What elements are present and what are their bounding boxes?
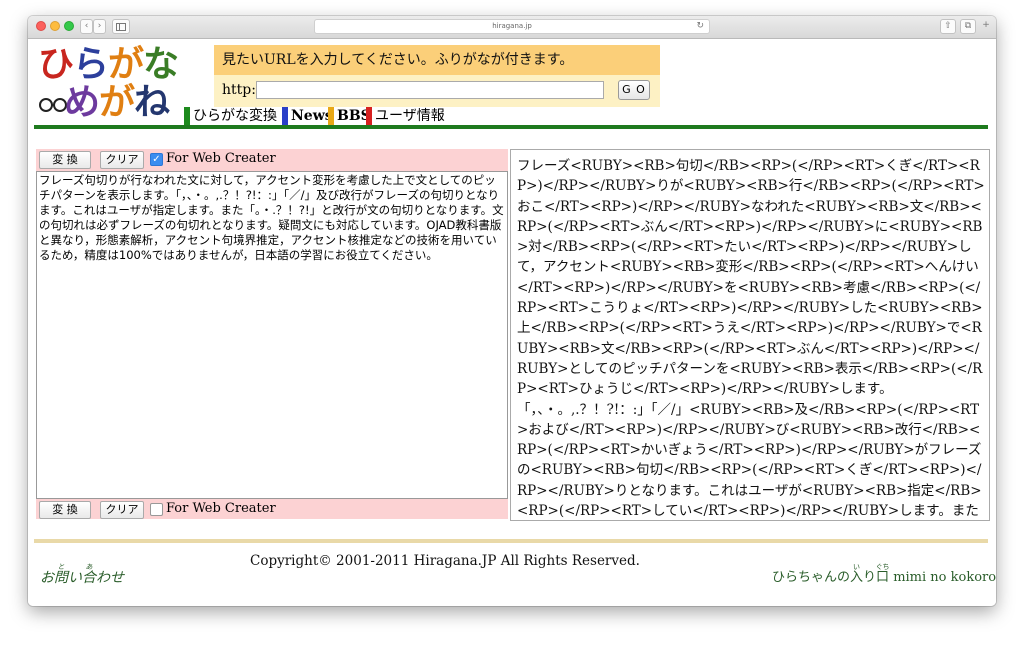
nav-tab-bbs[interactable]: BBS — [328, 107, 371, 125]
close-window-button[interactable] — [36, 21, 46, 31]
entrance-kanji: 入 — [850, 570, 864, 585]
contact-ruby: 問と — [54, 563, 68, 586]
logo-char: ね — [134, 82, 170, 123]
page-content: ひらがな めがね 見たいURLを入力してください。ふりがなが付きます。 http… — [28, 39, 996, 606]
contact-furigana: あ — [82, 563, 96, 571]
reload-icon[interactable]: ↻ — [696, 20, 704, 33]
convert-button[interactable]: 変 換 — [39, 501, 91, 519]
clear-button[interactable]: クリア — [100, 151, 144, 169]
entrance-text: り — [863, 570, 877, 585]
entrance-ruby: 入い — [850, 563, 864, 585]
entrance-kanji: 口 — [875, 570, 890, 585]
logo-char: ら — [73, 44, 109, 85]
entrance-ruby: 口ぐち — [875, 563, 890, 585]
nav-tab-hiragana[interactable]: ひらがな変換 — [184, 107, 282, 125]
go-button[interactable]: G O — [618, 80, 650, 100]
logo-char: が — [99, 82, 135, 123]
site-logo[interactable]: ひらがな めがね — [38, 46, 184, 126]
share-icon[interactable]: ⇧ — [940, 19, 956, 34]
browser-titlebar: ‹ › hiragana.jp ↻ ⇧ ⧉ + — [28, 16, 996, 39]
back-icon[interactable]: ‹ — [80, 19, 93, 34]
hirachan-entrance-link[interactable]: ひらちゃんの入いり口ぐち mimi no kokoro — [772, 563, 996, 585]
input-toolbar-bottom: 変 換 クリア For Web Creater — [36, 499, 508, 519]
web-creator-checkbox[interactable]: ✓ — [150, 153, 163, 166]
logo-line-1: ひらがな — [38, 44, 179, 85]
nav-tab-user-info[interactable]: ユーザ情報 — [366, 107, 448, 125]
entrance-furigana: ぐち — [875, 563, 890, 571]
address-bar[interactable]: hiragana.jp ↻ — [314, 19, 710, 34]
footer-divider — [34, 539, 988, 543]
contact-kanji: 合 — [82, 570, 96, 586]
ruby-output-text: フレーズ<RUBY><RB>句切</RB><RP>(</RP><RT>くぎ</R… — [517, 158, 985, 520]
logo-char: め — [64, 82, 100, 123]
sidebar-glyph — [116, 23, 126, 31]
tab-color-bar — [282, 107, 288, 125]
browser-window: ‹ › hiragana.jp ↻ ⇧ ⧉ + ひらがな めがね 見たいURLを… — [28, 16, 996, 606]
contact-link[interactable]: お問とい合あわせ — [40, 563, 124, 587]
address-text: hiragana.jp — [492, 22, 532, 30]
input-panel: 変 換 クリア ✓ For Web Creater フレーズ句切りが行なわれた文… — [36, 149, 508, 519]
minimize-window-button[interactable] — [50, 21, 60, 31]
entrance-text: ひらちゃんの — [772, 570, 851, 585]
entrance-text: mimi no kokoro — [889, 570, 996, 585]
web-creator-label: For Web Creater — [166, 501, 276, 516]
zoom-window-button[interactable] — [64, 21, 74, 31]
url-form: http:// G O — [214, 75, 660, 107]
url-input[interactable] — [256, 81, 604, 99]
tab-color-bar — [366, 107, 372, 125]
web-creator-checkbox[interactable] — [150, 503, 163, 516]
input-toolbar-top: 変 換 クリア ✓ For Web Creater — [36, 149, 508, 171]
web-creator-label: For Web Creater — [166, 151, 276, 166]
tab-label: News — [291, 108, 333, 124]
contact-text: お — [40, 570, 54, 586]
logo-char: な — [143, 44, 179, 85]
tab-color-bar — [184, 107, 190, 125]
entrance-furigana: い — [850, 563, 864, 571]
convert-button[interactable]: 変 換 — [39, 151, 91, 169]
tab-label: ひらがな変換 — [193, 108, 277, 124]
clear-button[interactable]: クリア — [100, 501, 144, 519]
url-instruction-banner: 見たいURLを入力してください。ふりがなが付きます。 — [214, 45, 660, 75]
tabs-overview-icon[interactable]: ⧉ — [960, 19, 976, 34]
tab-color-bar — [328, 107, 334, 125]
logo-line-2: めがね — [64, 82, 170, 123]
contact-text: わせ — [96, 570, 124, 586]
copyright-text: Copyright© 2001-2011 Hiragana.JP All Rig… — [250, 553, 640, 569]
nav-tab-news[interactable]: News — [282, 107, 333, 125]
logo-char: ひ — [38, 44, 74, 85]
forward-icon[interactable]: › — [93, 19, 106, 34]
output-panel: フレーズ<RUBY><RB>句切</RB><RP>(</RP><RT>くぎ</R… — [510, 149, 990, 521]
contact-text: い — [68, 570, 82, 586]
new-tab-icon[interactable]: + — [979, 19, 993, 34]
input-textarea[interactable]: フレーズ句切りが行なわれた文に対して，アクセント変形を考慮した上で文としてのピッ… — [36, 171, 508, 499]
header-divider — [34, 125, 988, 129]
sidebar-icon[interactable] — [112, 19, 130, 34]
logo-char: が — [108, 44, 144, 85]
contact-ruby: 合あ — [82, 563, 96, 586]
tab-label: ユーザ情報 — [375, 108, 445, 124]
contact-kanji: 問 — [54, 570, 68, 586]
contact-furigana: と — [54, 563, 68, 571]
